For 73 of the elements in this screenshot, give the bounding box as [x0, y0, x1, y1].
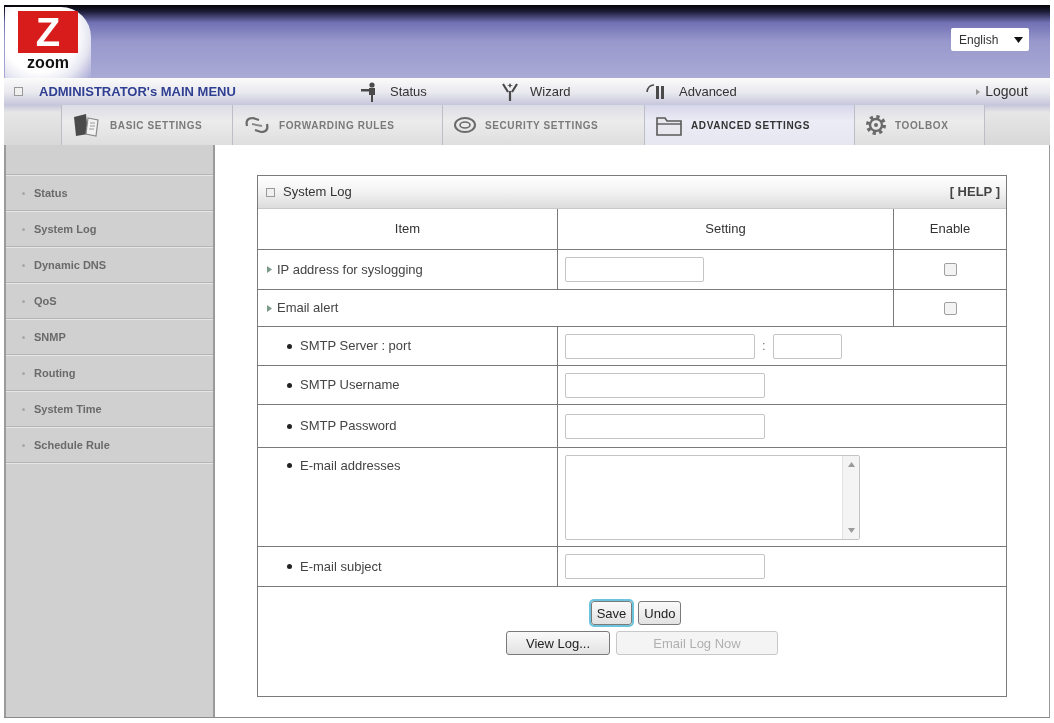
- bullet-icon: [22, 263, 25, 267]
- settings-tab[interactable]: SECURITY SETTINGS: [442, 105, 644, 145]
- setting-label: Email alert: [277, 299, 339, 318]
- help-link[interactable]: [ HELP ]: [949, 182, 1000, 202]
- bullet-icon: [287, 423, 292, 429]
- bullet-icon: [22, 335, 25, 339]
- bullet-icon: [287, 343, 292, 349]
- setting-label: IP address for syslogging: [277, 260, 423, 279]
- logout-link[interactable]: Logout: [985, 81, 1028, 102]
- panel-title: System Log: [283, 183, 352, 202]
- sidebar-item[interactable]: Status: [6, 175, 213, 211]
- square-icon: [266, 187, 275, 197]
- checkbox[interactable]: [943, 301, 957, 315]
- antenna-icon: [500, 81, 520, 102]
- scroll-down-arrow-icon: [847, 528, 855, 533]
- triangle-icon: [976, 88, 981, 95]
- bullet-icon: [22, 227, 25, 231]
- bullet-icon: [22, 371, 25, 375]
- gear-icon: [865, 114, 887, 136]
- setting-label: E-mail subject: [300, 557, 382, 576]
- language-select[interactable]: English: [951, 28, 1029, 51]
- triangle-icon: [267, 266, 272, 273]
- text-input[interactable]: [565, 257, 704, 282]
- square-icon: [14, 87, 23, 96]
- caret-icon: [1014, 36, 1023, 43]
- setting-label: SMTP Password: [300, 417, 397, 436]
- main-menu-link[interactable]: Status: [360, 81, 427, 102]
- text-input[interactable]: [565, 372, 765, 398]
- settings-tab[interactable]: ADVANCED SETTINGS: [644, 105, 854, 145]
- action-button[interactable]: Save: [590, 601, 633, 625]
- scrollbar[interactable]: [842, 456, 859, 539]
- text-input[interactable]: [565, 333, 755, 359]
- bullet-icon: [22, 299, 25, 303]
- main-menu-link[interactable]: Advanced: [645, 81, 737, 102]
- column-header: Item: [393, 220, 422, 239]
- column-header: Setting: [557, 209, 893, 249]
- bullet-icon: [287, 564, 292, 569]
- setting-label: SMTP Server : port: [300, 337, 411, 356]
- folder-icon: [655, 114, 683, 136]
- text-input[interactable]: [565, 413, 765, 439]
- sidebar-item[interactable]: Routing: [6, 355, 213, 391]
- checkbox[interactable]: [943, 263, 957, 276]
- sidebar-item[interactable]: Schedule Rule: [6, 427, 213, 463]
- bullet-icon: [287, 463, 292, 469]
- bullet-icon: [287, 382, 292, 388]
- triangle-icon: [267, 304, 272, 312]
- scroll-up-arrow-icon: [847, 462, 855, 467]
- main-menu-link[interactable]: Wizard: [500, 81, 571, 102]
- bullet-icon: [22, 407, 25, 411]
- logo-text: zoom: [27, 55, 69, 71]
- action-button[interactable]: Undo: [638, 601, 682, 625]
- ring-icon: [453, 115, 477, 135]
- sidebar-item[interactable]: QoS: [6, 283, 213, 319]
- sidebar-item[interactable]: System Log: [6, 211, 213, 247]
- sidebar-item[interactable]: SNMP: [6, 319, 213, 355]
- text-input[interactable]: [772, 333, 842, 359]
- setting-label: E-mail addresses: [300, 457, 401, 475]
- settings-tab[interactable]: BASIC SETTINGS: [61, 105, 232, 145]
- port-separator: :: [762, 337, 766, 356]
- column-header: Enable: [893, 209, 1006, 249]
- setting-label: SMTP Username: [300, 376, 400, 395]
- sidebar-item[interactable]: Dynamic DNS: [6, 247, 213, 283]
- main-menu-title: ADMINISTRATOR's MAIN MENU: [39, 82, 237, 101]
- logo-mark: Z: [18, 11, 78, 53]
- document-icon: [72, 112, 102, 138]
- bullet-icon: [22, 191, 25, 195]
- action-button[interactable]: View Log...: [506, 631, 610, 655]
- settings-tab[interactable]: FORWARDING RULES: [232, 105, 442, 145]
- text-input[interactable]: [565, 554, 765, 579]
- sidebar-item[interactable]: System Time: [6, 391, 213, 427]
- settings-tab[interactable]: TOOLBOX: [854, 105, 984, 145]
- bullet-icon: [22, 443, 25, 447]
- textarea-field[interactable]: [565, 455, 860, 540]
